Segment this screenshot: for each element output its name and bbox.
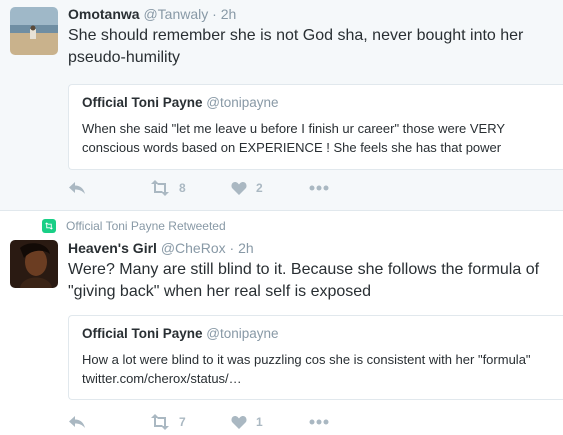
tweet-omotanwa[interactable]: Omotanwa @Tanwaly · 2h She should rememb… [0, 0, 563, 210]
retweet-button[interactable]: 8 [149, 178, 186, 198]
like-count: 2 [256, 181, 263, 195]
retweet-icon [149, 414, 171, 430]
retweet-icon [149, 180, 171, 196]
retweeted-context[interactable]: Official Toni Payne Retweeted [42, 219, 226, 233]
quote-author-handle: @tonipayne [206, 326, 279, 341]
reply-icon [68, 414, 86, 430]
retweet-button[interactable]: 7 [149, 412, 186, 432]
author-name[interactable]: Omotanwa [68, 6, 140, 22]
reply-button[interactable] [68, 412, 86, 432]
more-icon [309, 185, 329, 191]
retweet-count: 8 [179, 181, 186, 195]
avatar[interactable] [10, 240, 58, 288]
quoted-tweet[interactable]: Official Toni Payne @tonipayne When she … [68, 84, 563, 170]
timestamp[interactable]: · 2h [230, 240, 254, 256]
like-button[interactable]: 2 [231, 178, 263, 198]
retweeted-by-label: Official Toni Payne Retweeted [66, 219, 226, 233]
quote-text: How a lot were blind to it was puzzling … [82, 352, 531, 386]
tweet-header: Heaven's Girl @CheRox · 2h [68, 240, 254, 256]
reply-button[interactable] [68, 178, 86, 198]
author-handle[interactable]: @Tanwaly [143, 6, 208, 22]
more-button[interactable] [309, 412, 329, 432]
tweet-header: Omotanwa @Tanwaly · 2h [68, 6, 236, 22]
more-button[interactable] [309, 178, 329, 198]
timestamp[interactable]: · 2h [212, 6, 236, 22]
retweet-badge-icon [42, 219, 56, 233]
more-icon [309, 419, 329, 425]
quoted-tweet[interactable]: Official Toni Payne @tonipayne How a lot… [68, 315, 563, 400]
quote-text: When she said "let me leave u before I f… [82, 121, 505, 155]
retweet-count: 7 [179, 415, 186, 429]
like-button[interactable]: 1 [231, 412, 263, 432]
quote-header: Official Toni Payne @tonipayne [82, 95, 279, 110]
author-name[interactable]: Heaven's Girl [68, 240, 157, 256]
tweet-text: She should remember she is not God sha, … [68, 27, 524, 66]
reply-icon [68, 180, 86, 196]
quote-author-handle: @tonipayne [206, 95, 279, 110]
quote-header: Official Toni Payne @tonipayne [82, 326, 279, 341]
author-handle[interactable]: @CheRox [161, 240, 226, 256]
tweet-text: Were? Many are still blind to it. Becaus… [68, 261, 540, 300]
heart-icon [231, 415, 247, 430]
heart-icon [231, 181, 247, 196]
like-count: 1 [256, 415, 263, 429]
quote-author-name: Official Toni Payne [82, 95, 203, 110]
quote-author-name: Official Toni Payne [82, 326, 203, 341]
avatar[interactable] [10, 7, 58, 55]
